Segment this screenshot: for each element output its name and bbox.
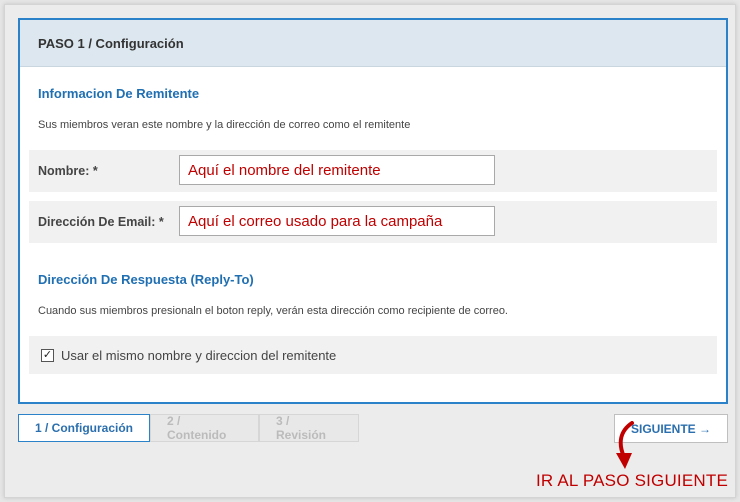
tab-revision[interactable]: 3 / Revisión — [259, 414, 359, 442]
reply-section-title: Dirección De Respuesta (Reply-To) — [38, 272, 254, 287]
sender-section-description: Sus miembros veran este nombre y la dire… — [38, 119, 411, 131]
name-label: Nombre: * — [38, 164, 98, 178]
name-field-row: Nombre: * Aquí el nombre del remitente — [29, 150, 717, 192]
wizard-container: PASO 1 / Configuración Informacion De Re… — [4, 4, 736, 498]
page-title: PASO 1 / Configuración — [38, 35, 184, 51]
tab-configuracion[interactable]: 1 / Configuración — [18, 414, 150, 442]
email-label: Dirección De Email: * — [38, 215, 164, 229]
tab-contenido[interactable]: 2 / Contenido — [150, 414, 259, 442]
email-input[interactable]: Aquí el correo usado para la campaña — [179, 206, 495, 236]
same-sender-option[interactable]: ✓ Usar el mismo nombre y direccion del r… — [29, 336, 717, 374]
same-sender-checkbox[interactable]: ✓ — [41, 348, 54, 362]
email-field-row: Dirección De Email: * Aquí el correo usa… — [29, 201, 717, 243]
name-input[interactable]: Aquí el nombre del remitente — [179, 155, 495, 185]
step-tabs: 1 / Configuración 2 / Contenido 3 / Revi… — [18, 414, 359, 442]
same-sender-label[interactable]: Usar el mismo nombre y direccion del rem… — [61, 348, 336, 363]
sender-section-title: Informacion De Remitente — [38, 86, 200, 101]
panel-header: PASO 1 / Configuración — [20, 20, 726, 67]
annotation-arrow-icon — [616, 421, 634, 469]
reply-section-description: Cuando sus miembros presionaln el boton … — [38, 305, 508, 317]
step-panel: PASO 1 / Configuración Informacion De Re… — [18, 18, 728, 404]
annotation-text: IR AL PASO SIGUIENTE — [536, 471, 728, 490]
